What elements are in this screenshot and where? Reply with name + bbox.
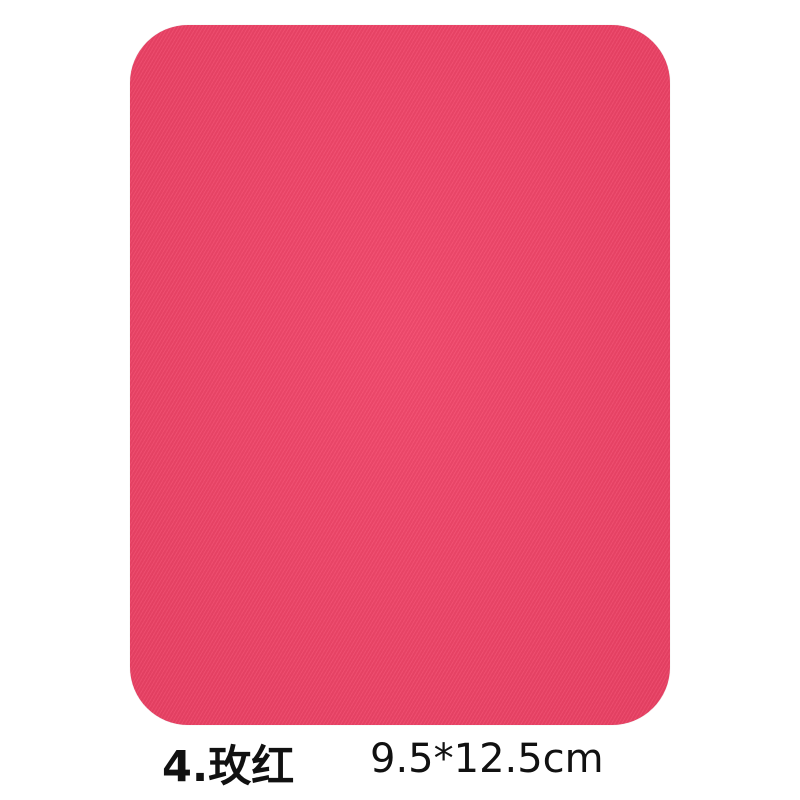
- fabric-patch: [130, 25, 670, 725]
- size-label: 9.5*12.5cm: [370, 736, 604, 782]
- color-label: 4.玫红: [162, 742, 295, 792]
- caption: 4.玫红 9.5*12.5cm: [0, 728, 800, 798]
